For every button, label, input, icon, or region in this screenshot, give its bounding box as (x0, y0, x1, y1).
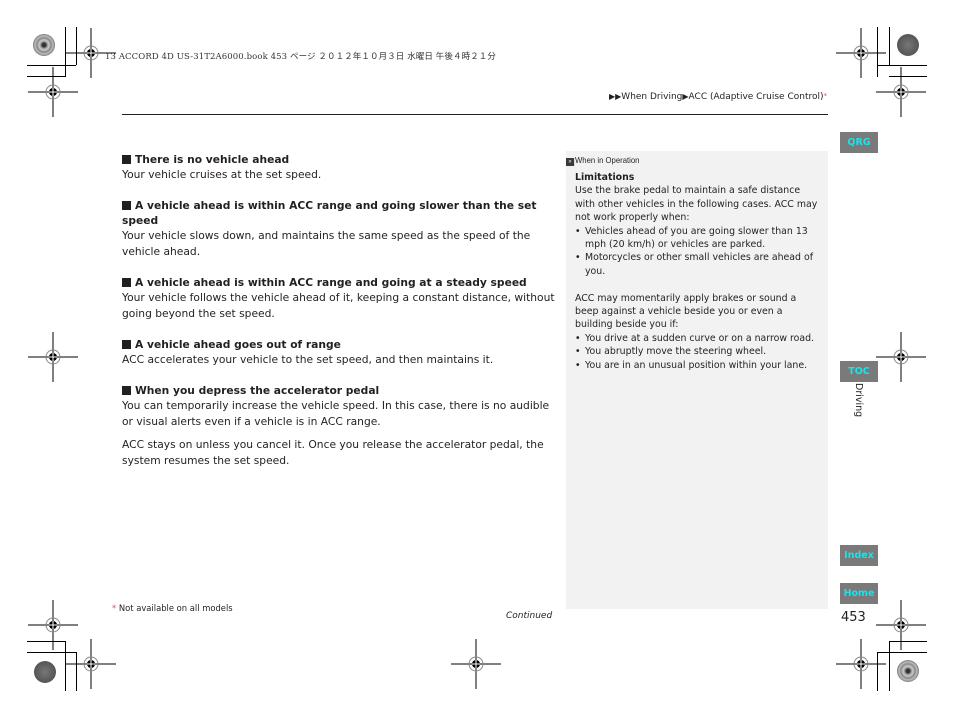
color-bar-disc (897, 34, 919, 56)
registration-mark-icon (451, 639, 501, 689)
section: There is no vehicle ahead Your vehicle c… (122, 152, 557, 182)
section-heading: There is no vehicle ahead (122, 152, 557, 167)
list-item: You drive at a sudden curve or on a narr… (575, 332, 820, 346)
header-rule (122, 114, 828, 116)
section: A vehicle ahead goes out of range ACC ac… (122, 337, 557, 367)
square-bullet-icon (122, 200, 131, 210)
registration-mark-icon (28, 67, 78, 117)
footnote: * Not available on all models (112, 603, 233, 613)
main-content: There is no vehicle ahead Your vehicle c… (122, 152, 557, 484)
color-bar-disc (897, 660, 919, 682)
section-text: ACC accelerates your vehicle to the set … (122, 353, 494, 367)
section: A vehicle ahead is within ACC range and … (122, 275, 557, 321)
list-item: You are in an unusual position within yo… (575, 359, 820, 373)
sidebar-title: Limitations (575, 172, 635, 183)
registration-mark-icon (28, 332, 78, 382)
crop-line (889, 27, 890, 65)
color-bar-disc (33, 34, 55, 56)
breadcrumb: ▶▶When Driving▶ACC (Adaptive Cruise Cont… (609, 92, 827, 102)
section: When you depress the accelerator pedal Y… (122, 383, 557, 468)
square-bullet-icon (122, 277, 131, 287)
section-heading: When you depress the accelerator pedal (122, 383, 557, 398)
chapter-label: Driving (853, 383, 864, 418)
toc-tab[interactable]: TOC (840, 361, 878, 382)
section-heading: A vehicle ahead is within ACC range and … (122, 275, 557, 290)
limitations-list: Vehicles ahead of you are going slower t… (575, 225, 820, 279)
page-number: 453 (841, 610, 866, 625)
registration-mark-icon (876, 600, 926, 650)
section-heading: A vehicle ahead goes out of range (122, 337, 557, 352)
section: A vehicle ahead is within ACC range and … (122, 198, 557, 259)
section-text: Your vehicle cruises at the set speed. (122, 168, 322, 181)
registration-mark-icon (66, 639, 116, 689)
registration-mark-icon (876, 332, 926, 382)
double-arrow-icon: ▶▶ (608, 92, 622, 101)
sidebar-header[interactable]: » When in Operation (566, 155, 639, 166)
color-bar-disc (34, 661, 56, 683)
sidebar-panel: » When in Operation Limitations Use the b… (566, 151, 828, 609)
list-item: You abruptly move the steering wheel. (575, 345, 820, 359)
asterisk-marker: * (112, 603, 117, 613)
breadcrumb-item[interactable]: ACC (Adaptive Cruise Control) (689, 92, 824, 102)
conditions-list: You drive at a sudden curve or on a narr… (575, 332, 820, 373)
printer-slug: 13 ACCORD 4D US-31T2A6000.book 453 ページ ２… (105, 52, 497, 62)
square-bullet-icon (122, 154, 131, 164)
asterisk-marker: * (823, 92, 828, 100)
qrg-tab[interactable]: QRG (840, 132, 878, 153)
square-bullet-icon (122, 339, 131, 349)
sidebar-body: Limitations Use the brake pedal to maint… (575, 171, 820, 372)
section-text: ACC stays on unless you cancel it. Once … (122, 438, 544, 467)
sidebar-paragraph: ACC may momentarily apply brakes or soun… (575, 292, 797, 331)
home-tab[interactable]: Home (840, 583, 878, 604)
section-heading: A vehicle ahead is within ACC range and … (122, 199, 537, 228)
breadcrumb-item[interactable]: When Driving (621, 92, 682, 102)
list-item: Motorcycles or other small vehicles are … (575, 251, 820, 278)
section-text: Your vehicle follows the vehicle ahead o… (122, 291, 555, 320)
registration-mark-icon (876, 67, 926, 117)
section-text: Your vehicle slows down, and maintains t… (122, 229, 531, 258)
sidebar-intro: Use the brake pedal to maintain a safe d… (575, 185, 818, 224)
index-tab[interactable]: Index (840, 545, 878, 566)
square-bullet-icon (122, 385, 131, 395)
double-chevron-icon: » (566, 158, 575, 166)
continued-label: Continued (506, 611, 553, 621)
section-text: You can temporarily increase the vehicle… (122, 399, 550, 428)
list-item: Vehicles ahead of you are going slower t… (575, 225, 820, 252)
